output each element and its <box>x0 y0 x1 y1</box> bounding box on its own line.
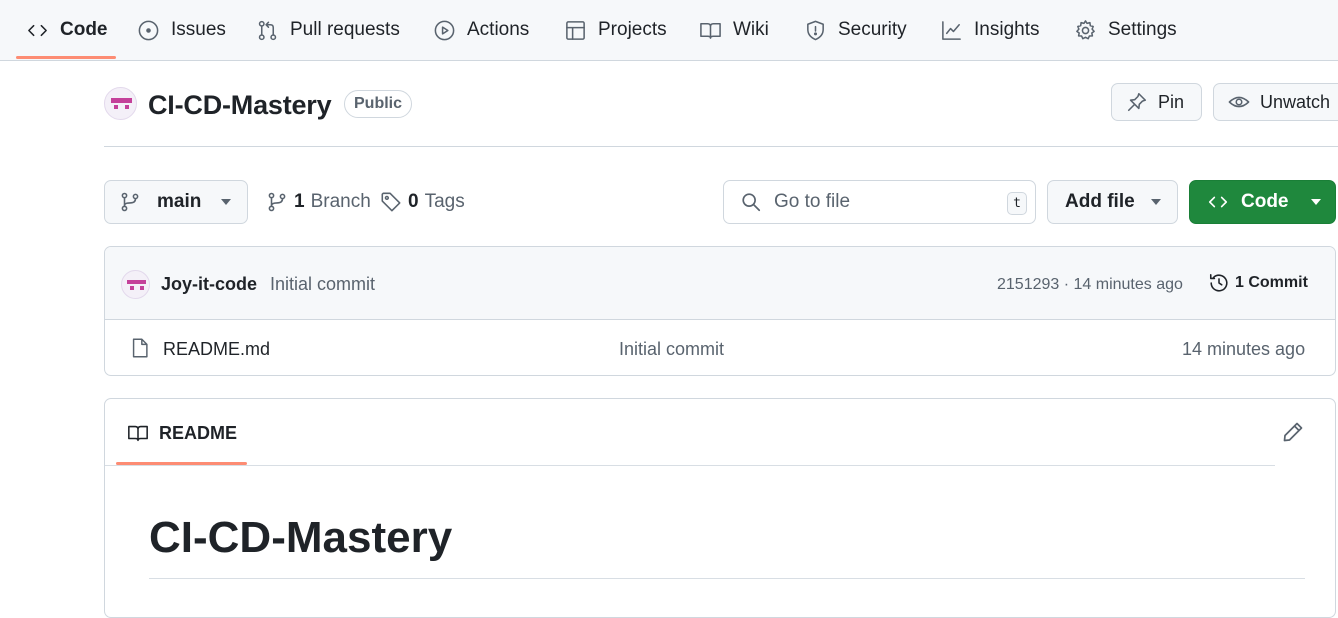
pin-icon <box>1127 92 1147 112</box>
pin-button[interactable]: Pin <box>1111 83 1202 121</box>
chevron-down-icon <box>1150 199 1161 205</box>
unwatch-label: Unwatch <box>1260 91 1331 112</box>
chevron-down-icon <box>1310 199 1321 205</box>
visibility-badge: Public <box>344 90 413 118</box>
commit-count: 1 Commit <box>1235 274 1308 291</box>
add-file-label: Add file <box>1065 191 1135 212</box>
tab-label: Settings <box>1108 19 1177 40</box>
readme-panel: README CI-CD-Mastery <box>104 398 1336 618</box>
issue-opened-icon <box>138 20 159 40</box>
eye-icon <box>1228 96 1250 108</box>
code-icon <box>1208 196 1228 208</box>
tab-label: Projects <box>598 19 667 40</box>
book-icon <box>128 425 148 442</box>
repo-nav: Code Issues Pull requests Actions Projec… <box>0 0 1338 61</box>
tab-label: Pull requests <box>290 19 400 40</box>
tab-pull-requests[interactable]: Pull requests <box>256 0 400 60</box>
tab-label: Wiki <box>733 19 769 40</box>
file-icon <box>132 338 148 358</box>
tab-security[interactable]: Security <box>804 0 907 60</box>
readme-heading-rule <box>149 578 1305 579</box>
readme-tab-label: README <box>159 422 238 443</box>
commit-author[interactable]: Joy-it-code <box>161 274 257 295</box>
tab-label: Code <box>60 19 108 40</box>
tab-label: Issues <box>171 19 226 40</box>
graph-icon <box>942 20 961 40</box>
header-divider <box>104 146 1338 147</box>
branch-select-button[interactable]: main <box>104 180 248 224</box>
go-to-file-input[interactable] <box>774 191 994 213</box>
history-icon <box>1209 273 1228 292</box>
code-icon <box>28 24 47 36</box>
pin-label: Pin <box>1158 91 1185 112</box>
file-updated-time: 14 minutes ago <box>1182 339 1306 359</box>
avatar-identicon <box>127 280 146 290</box>
tab-projects[interactable]: Projects <box>564 0 667 60</box>
tag-count: 0 <box>408 191 419 212</box>
readme-tab[interactable]: README <box>127 422 237 444</box>
owner-avatar[interactable] <box>104 87 137 120</box>
tags-link[interactable]: 0 Tags <box>380 180 465 224</box>
file-table: Joy-it-code Initial commit 2151293 · 14 … <box>104 246 1336 376</box>
tab-label: Actions <box>467 19 530 40</box>
git-branch-icon <box>268 192 286 212</box>
gear-icon <box>1076 19 1095 39</box>
shield-icon <box>807 20 824 40</box>
chevron-down-icon <box>221 199 232 205</box>
branches-link[interactable]: 1 Branch <box>266 180 371 224</box>
tab-insights[interactable]: Insights <box>940 0 1039 60</box>
code-button-label: Code <box>1241 191 1289 212</box>
go-to-file-search[interactable]: t <box>723 180 1036 224</box>
tab-label: Security <box>838 19 907 40</box>
tab-code[interactable]: Code <box>26 0 108 60</box>
branch-name: main <box>157 191 202 212</box>
readme-heading: CI-CD-Mastery <box>149 513 453 562</box>
tab-issues[interactable]: Issues <box>137 0 226 60</box>
selected-tab-indicator <box>16 56 116 59</box>
commit-sha-time[interactable]: 2151293 · 14 minutes ago <box>997 276 1183 294</box>
file-row: README.md Initial commit 14 minutes ago <box>105 320 1335 375</box>
latest-commit-bar: Joy-it-code Initial commit 2151293 · 14 … <box>105 247 1335 320</box>
pencil-icon[interactable] <box>1281 420 1305 444</box>
repo-name[interactable]: CI-CD-Mastery <box>148 90 332 121</box>
commit-message[interactable]: Initial commit <box>270 274 375 295</box>
readme-header-divider <box>105 465 1275 466</box>
tab-wiki[interactable]: Wiki <box>699 0 769 60</box>
file-name-link[interactable]: README.md <box>163 339 270 360</box>
author-avatar[interactable] <box>121 270 150 299</box>
search-icon <box>742 193 761 212</box>
file-commit-message[interactable]: Initial commit <box>619 339 724 360</box>
tab-label: Insights <box>974 19 1040 40</box>
code-dropdown-button[interactable]: Code <box>1189 180 1336 224</box>
branch-count: 1 <box>294 191 305 212</box>
git-pull-request-icon <box>258 20 277 40</box>
unwatch-button[interactable]: Unwatch <box>1213 83 1338 121</box>
branch-label: Branch <box>310 191 371 212</box>
table-icon <box>566 20 585 40</box>
tab-actions[interactable]: Actions <box>433 0 529 60</box>
tab-settings[interactable]: Settings <box>1074 0 1177 60</box>
book-icon <box>700 22 721 39</box>
play-icon <box>434 20 455 40</box>
tag-label: Tags <box>424 191 465 212</box>
commits-link[interactable]: 1 Commit <box>1208 272 1308 294</box>
git-branch-icon <box>121 192 139 212</box>
add-file-button[interactable]: Add file <box>1047 180 1178 224</box>
tag-icon <box>381 192 401 212</box>
keyboard-shortcut-hint: t <box>1007 192 1027 215</box>
avatar-identicon <box>111 98 132 109</box>
